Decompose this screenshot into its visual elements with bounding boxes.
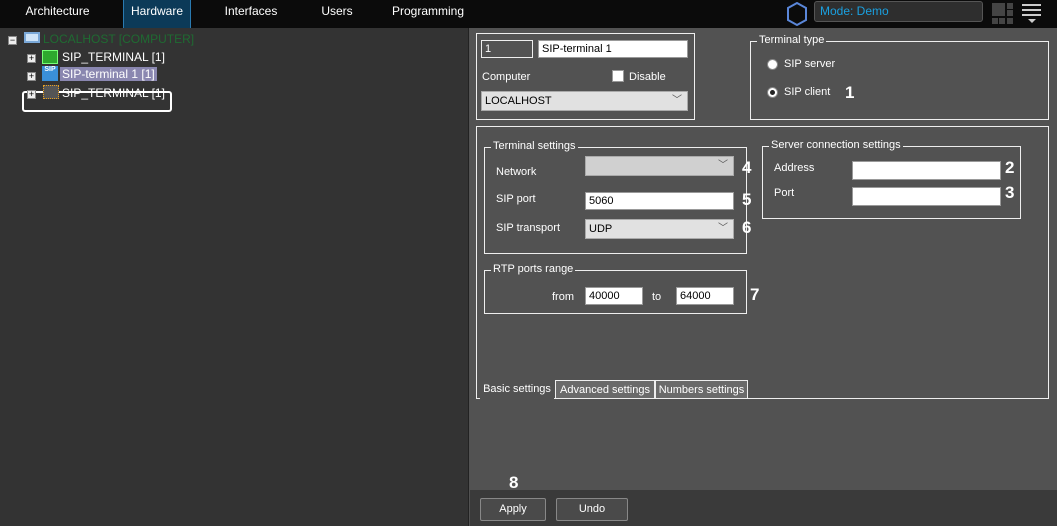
tab-programming[interactable]: Programming xyxy=(390,0,466,28)
sip-terminal-icon: SIP xyxy=(42,66,58,81)
disable-label: Disable xyxy=(629,71,666,83)
chip-icon xyxy=(43,85,59,99)
port-field[interactable] xyxy=(852,187,1001,206)
sip-port-field[interactable]: 5060 xyxy=(585,192,734,210)
expand-toggle[interactable]: + xyxy=(27,54,36,63)
sip-server-radio[interactable] xyxy=(767,59,778,70)
hardware-tree-panel: − LOCALHOST [COMPUTER] + SIP_TERMINAL [1… xyxy=(0,28,469,526)
sip-transport-value: UDP xyxy=(589,223,613,235)
menu-icon[interactable] xyxy=(1022,4,1041,24)
marker-6: 6 xyxy=(742,218,752,237)
computer-label: Computer xyxy=(482,71,531,83)
server-connection-group: Server connection settings xyxy=(762,139,1021,219)
terminal-type-group: Terminal type xyxy=(750,34,1049,120)
marker-8: 8 xyxy=(509,473,519,492)
computer-icon xyxy=(24,32,40,43)
rtp-from-field[interactable]: 40000 xyxy=(585,287,643,305)
from-label: from xyxy=(552,291,574,303)
collapse-toggle[interactable]: − xyxy=(8,36,17,45)
tab-numbers-settings[interactable]: Numbers settings xyxy=(655,380,748,399)
apply-button[interactable]: Apply xyxy=(480,498,546,521)
sip-transport-label: SIP transport xyxy=(496,222,560,234)
terminal-type-title: Terminal type xyxy=(757,34,827,46)
rtp-title: RTP ports range xyxy=(491,263,576,275)
tree-item-selected[interactable]: SIP-terminal 1 [1] xyxy=(60,67,157,81)
network-select[interactable]: ﹀ xyxy=(585,156,734,176)
tab-advanced-settings[interactable]: Advanced settings xyxy=(555,380,655,399)
chevron-down-icon: ﹀ xyxy=(672,95,682,106)
marker-7: 7 xyxy=(750,285,760,304)
id-field[interactable]: 1 xyxy=(481,40,533,58)
rtp-to-field[interactable]: 64000 xyxy=(676,287,734,305)
address-field[interactable] xyxy=(852,161,1001,180)
to-label: to xyxy=(652,291,662,303)
tab-hardware[interactable]: Hardware xyxy=(123,0,191,28)
address-label: Address xyxy=(774,162,815,174)
chevron-down-icon: ﹀ xyxy=(718,223,728,234)
computer-value: LOCALHOST xyxy=(485,95,552,107)
computer-select[interactable]: LOCALHOST ﹀ xyxy=(481,91,688,111)
sip-server-label: SIP server xyxy=(784,58,836,70)
tab-users[interactable]: Users xyxy=(315,0,359,28)
mode-indicator[interactable]: Mode: Demo xyxy=(814,1,983,22)
expand-toggle[interactable]: + xyxy=(27,72,36,81)
tab-basic-settings[interactable]: Basic settings xyxy=(480,380,554,399)
sip-client-label: SIP client xyxy=(784,86,831,98)
layout-grid-icon[interactable] xyxy=(992,3,1013,24)
sip-port-label: SIP port xyxy=(496,193,536,205)
disable-checkbox[interactable] xyxy=(612,70,624,82)
marker-5: 5 xyxy=(742,190,752,209)
terminal-settings-title: Terminal settings xyxy=(491,140,578,152)
sip-client-radio[interactable] xyxy=(767,87,778,98)
name-field[interactable]: SIP-terminal 1 xyxy=(538,40,688,58)
undo-button[interactable]: Undo xyxy=(556,498,628,521)
expand-toggle[interactable]: + xyxy=(27,90,36,99)
tab-interfaces[interactable]: Interfaces xyxy=(215,0,287,28)
sip-transport-select[interactable]: UDP ﹀ xyxy=(585,219,734,239)
marker-1: 1 xyxy=(845,83,855,102)
chevron-down-icon: ﹀ xyxy=(718,160,728,171)
marker-3: 3 xyxy=(1005,183,1015,202)
marker-4: 4 xyxy=(742,158,752,177)
port-label: Port xyxy=(774,187,795,199)
tree-root[interactable]: LOCALHOST [COMPUTER] xyxy=(43,32,194,46)
hexagon-logo-icon xyxy=(787,2,807,26)
tab-architecture[interactable]: Architecture xyxy=(10,0,105,28)
network-label: Network xyxy=(496,166,537,178)
top-nav-bar: Architecture Hardware Interfaces Users P… xyxy=(0,0,1057,28)
tree-item[interactable]: SIP_TERMINAL [1] xyxy=(62,50,165,64)
marker-2: 2 xyxy=(1005,158,1015,177)
server-connection-title: Server connection settings xyxy=(769,139,903,151)
network-card-icon xyxy=(42,50,58,64)
tree-item[interactable]: SIP_TERMINAL [1] xyxy=(62,86,165,100)
